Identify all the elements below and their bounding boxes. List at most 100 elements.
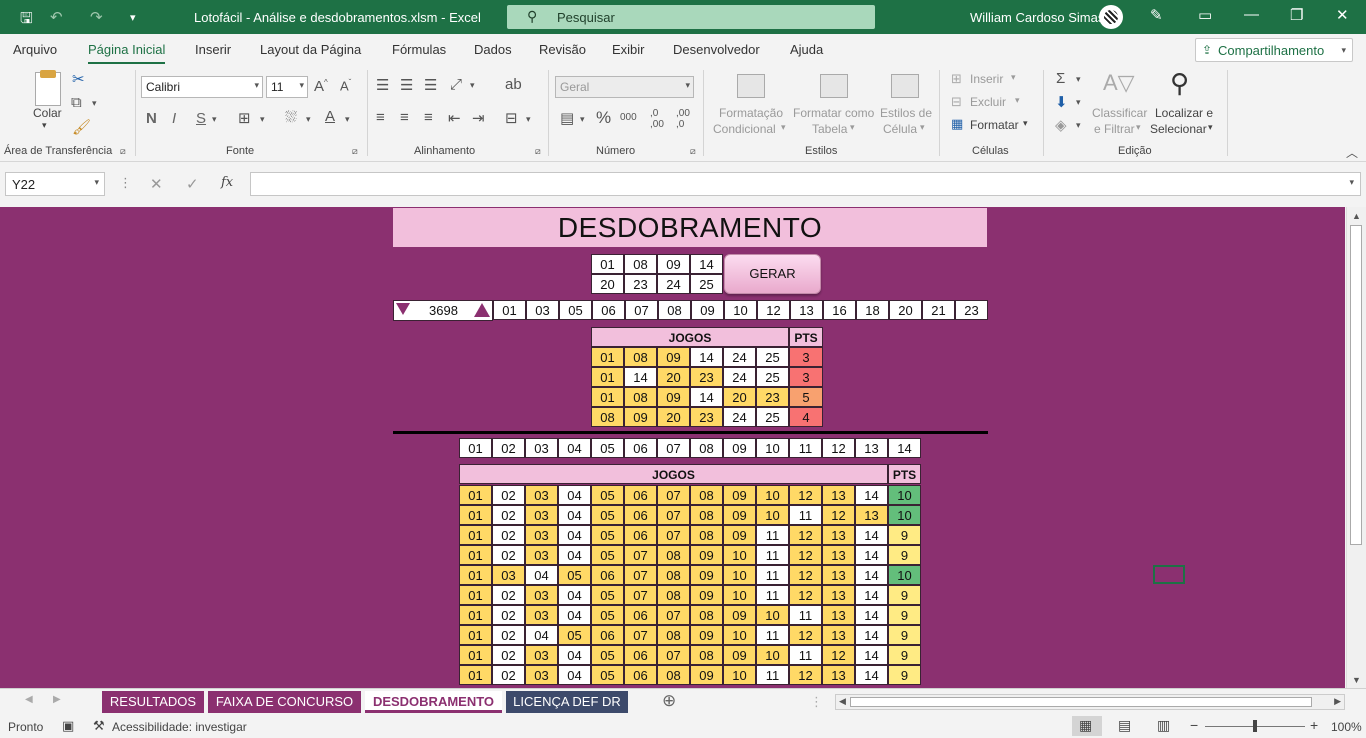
game-number-cell[interactable]: 03 (525, 605, 558, 625)
align-center-icon[interactable]: ≡ (400, 109, 409, 126)
borders-icon[interactable]: ⊞ (238, 109, 251, 127)
tab-formulas[interactable]: Fórmulas (392, 42, 446, 57)
game-points-cell[interactable]: 9 (888, 605, 921, 625)
game-number-cell[interactable]: 08 (591, 407, 624, 427)
sort-filter-icon[interactable]: A▽ (1103, 70, 1135, 96)
game-number-cell[interactable]: 10 (723, 625, 756, 645)
game-number-cell[interactable]: 11 (756, 545, 789, 565)
page-break-icon[interactable]: ▥ (1157, 717, 1170, 734)
game-number-cell[interactable]: 13 (822, 565, 855, 585)
game-number-cell[interactable]: 06 (624, 525, 657, 545)
zoom-out-icon[interactable]: − (1190, 717, 1198, 733)
game-number-cell[interactable]: 08 (624, 347, 657, 367)
game-number-cell[interactable]: 02 (492, 605, 525, 625)
underline-button[interactable]: S (196, 110, 206, 127)
game-number-cell[interactable]: 10 (723, 565, 756, 585)
decrease-indent-icon[interactable]: ⇤ (448, 109, 461, 127)
game-number-cell[interactable]: 06 (624, 665, 657, 685)
base-number-cell[interactable]: 10 (756, 438, 789, 458)
game-number-cell[interactable]: 02 (492, 525, 525, 545)
game-number-cell[interactable]: 09 (690, 585, 723, 605)
game-number-cell[interactable]: 13 (822, 625, 855, 645)
game-number-cell[interactable]: 07 (624, 585, 657, 605)
cell-styles-label-1[interactable]: Estilos de (880, 106, 932, 120)
delete-button[interactable]: Excluir (970, 95, 1006, 109)
sort-filter-label-1[interactable]: Classificar (1092, 106, 1147, 120)
game-number-cell[interactable]: 03 (525, 545, 558, 565)
game-number-cell[interactable]: 08 (624, 387, 657, 407)
game-number-cell[interactable]: 09 (723, 525, 756, 545)
game-number-cell[interactable]: 07 (624, 625, 657, 645)
game-number-cell[interactable]: 05 (591, 665, 624, 685)
game-number-cell[interactable]: 02 (492, 485, 525, 505)
accessibility-icon[interactable]: ⚒ (93, 718, 105, 734)
add-sheet-icon[interactable]: ⊕ (662, 691, 676, 711)
dialog-launcher-icon[interactable]: ⧄ (352, 146, 358, 157)
game-number-cell[interactable]: 09 (690, 665, 723, 685)
game-number-cell[interactable]: 07 (624, 545, 657, 565)
draw-number-cell[interactable]: 12 (757, 300, 790, 320)
game-number-cell[interactable]: 25 (756, 347, 789, 367)
game-points-cell[interactable]: 9 (888, 585, 921, 605)
align-top-icon[interactable]: ☰ (376, 76, 389, 94)
game-points-cell[interactable]: 10 (888, 565, 921, 585)
find-select-label-2[interactable]: Selecionar (1150, 122, 1207, 136)
draw-number-cell[interactable]: 03 (526, 300, 559, 320)
tab-revisao[interactable]: Revisão (539, 42, 586, 57)
horizontal-scrollbar[interactable]: ◀ ▶ (835, 694, 1345, 710)
game-number-cell[interactable]: 01 (591, 347, 624, 367)
game-number-cell[interactable]: 08 (690, 525, 723, 545)
scroll-up-icon[interactable]: ▲ (1352, 211, 1361, 221)
game-number-cell[interactable]: 13 (855, 505, 888, 525)
game-number-cell[interactable]: 01 (591, 387, 624, 407)
game-number-cell[interactable]: 12 (822, 645, 855, 665)
base-number-cell[interactable]: 08 (690, 438, 723, 458)
game-number-cell[interactable]: 14 (690, 347, 723, 367)
game-number-cell[interactable]: 07 (657, 605, 690, 625)
game-number-cell[interactable]: 13 (822, 665, 855, 685)
decrement-icon[interactable] (396, 303, 410, 315)
game-number-cell[interactable]: 23 (756, 387, 789, 407)
cell-styles-label-2[interactable]: Célula (883, 122, 917, 136)
enter-icon[interactable]: ✓ (186, 175, 199, 193)
selected-number-cell[interactable]: 14 (690, 254, 723, 274)
insert-function-icon[interactable]: fx (221, 175, 233, 190)
game-number-cell[interactable]: 12 (789, 585, 822, 605)
game-number-cell[interactable]: 07 (657, 505, 690, 525)
game-number-cell[interactable]: 03 (525, 645, 558, 665)
game-number-cell[interactable]: 06 (591, 625, 624, 645)
game-number-cell[interactable]: 14 (624, 367, 657, 387)
game-number-cell[interactable]: 10 (756, 485, 789, 505)
align-left-icon[interactable]: ≡ (376, 109, 385, 126)
game-number-cell[interactable]: 14 (855, 585, 888, 605)
game-number-cell[interactable]: 12 (789, 545, 822, 565)
game-number-cell[interactable]: 09 (690, 625, 723, 645)
game-number-cell[interactable]: 08 (657, 565, 690, 585)
copy-icon[interactable]: ⧉ (71, 94, 82, 111)
dialog-launcher-icon[interactable]: ⧄ (690, 146, 696, 157)
sheet-tab-faixa[interactable]: FAIXA DE CONCURSO (208, 691, 361, 713)
bold-button[interactable]: N (146, 110, 157, 127)
game-number-cell[interactable]: 10 (756, 505, 789, 525)
draw-number-cell[interactable]: 07 (625, 300, 658, 320)
game-number-cell[interactable]: 11 (756, 585, 789, 605)
game-number-cell[interactable]: 12 (789, 485, 822, 505)
game-number-cell[interactable]: 12 (822, 505, 855, 525)
dialog-launcher-icon[interactable]: ⧄ (535, 146, 541, 157)
game-number-cell[interactable]: 02 (492, 545, 525, 565)
active-cell[interactable] (1153, 565, 1185, 584)
game-number-cell[interactable]: 14 (855, 625, 888, 645)
format-cells-icon[interactable]: ▦ (951, 116, 963, 132)
wrap-text-icon[interactable]: ab (505, 76, 522, 93)
scroll-tabs-left-icon[interactable]: ◀ (25, 694, 33, 705)
game-number-cell[interactable]: 10 (723, 585, 756, 605)
game-number-cell[interactable]: 02 (492, 505, 525, 525)
conditional-format-label-2[interactable]: Condicional (713, 122, 776, 136)
game-points-cell[interactable]: 9 (888, 625, 921, 645)
game-number-cell[interactable]: 08 (657, 625, 690, 645)
game-number-cell[interactable]: 13 (822, 545, 855, 565)
game-number-cell[interactable]: 05 (591, 545, 624, 565)
game-number-cell[interactable]: 08 (690, 505, 723, 525)
game-number-cell[interactable]: 01 (459, 525, 492, 545)
game-number-cell[interactable]: 04 (525, 625, 558, 645)
